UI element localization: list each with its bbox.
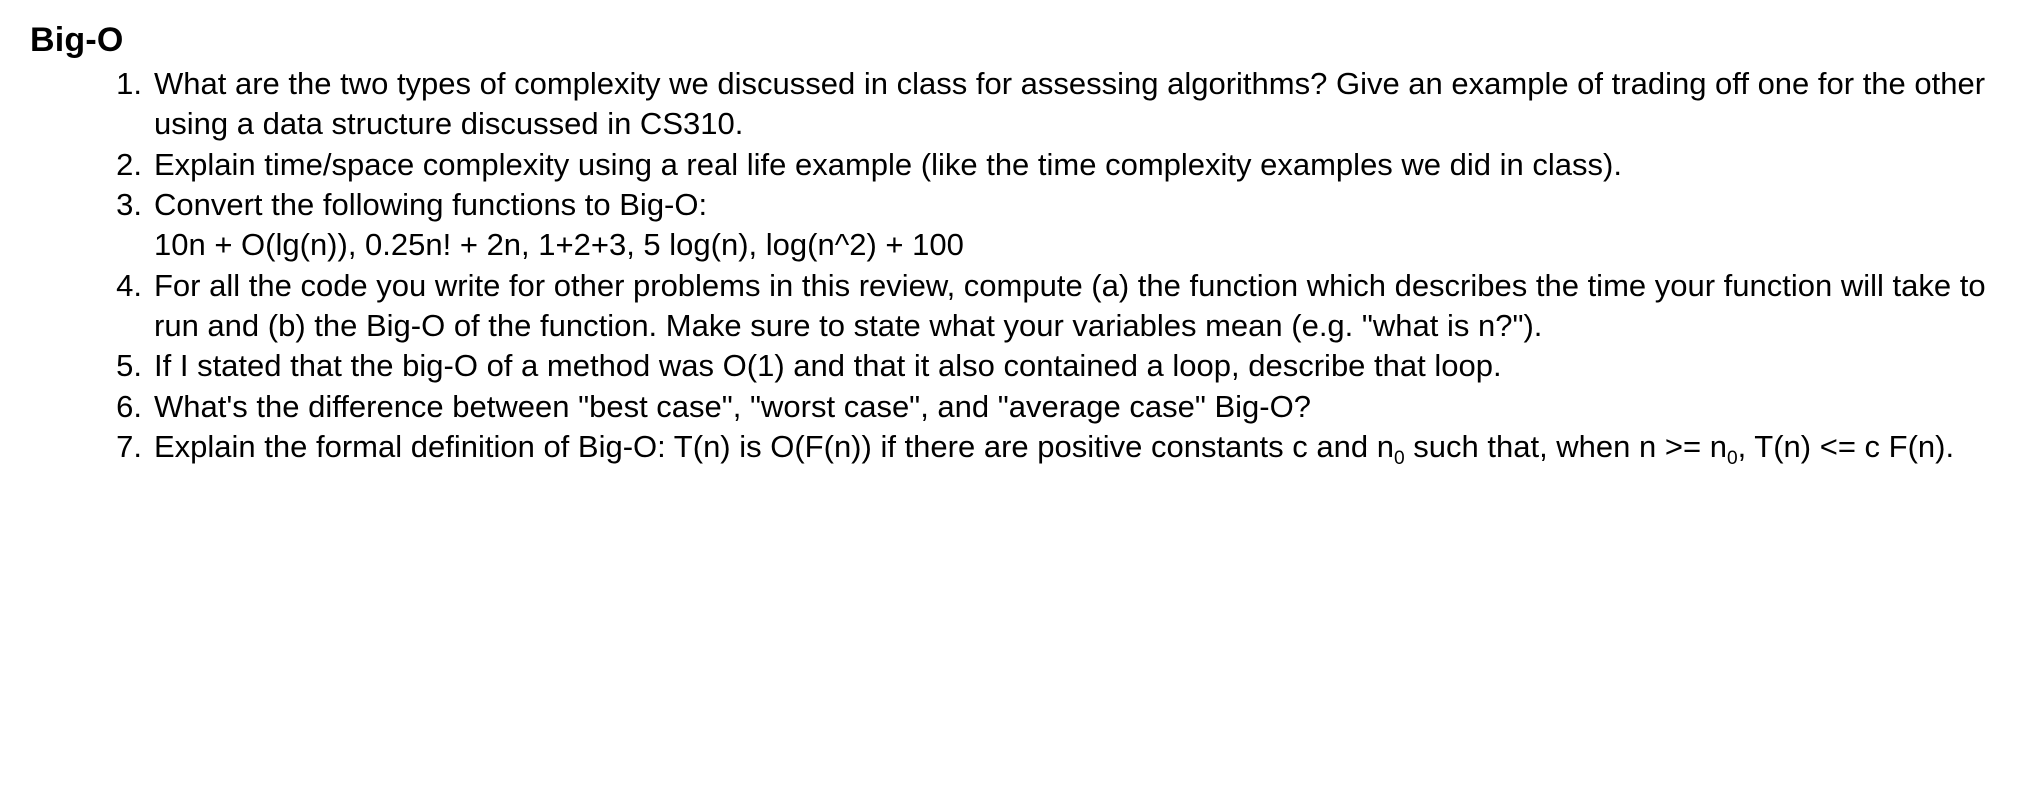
question-item: 2. Explain time/space complexity using a… — [110, 145, 2002, 185]
question-number: 6. — [110, 387, 142, 427]
question-number: 5. — [110, 346, 142, 386]
question-list: 1. What are the two types of complexity … — [30, 64, 2002, 467]
question-text: What's the difference between "best case… — [154, 389, 1311, 424]
question-number: 4. — [110, 266, 142, 306]
question-text: Explain time/space complexity using a re… — [154, 147, 1622, 182]
question-text: Explain the formal definition of Big-O: … — [154, 429, 1954, 464]
question-item: 5. If I stated that the big-O of a metho… — [110, 346, 2002, 386]
question-text: For all the code you write for other pro… — [154, 268, 1986, 343]
question-item: 6. What's the difference between "best c… — [110, 387, 2002, 427]
section-heading: Big-O — [30, 18, 2002, 62]
question-item: 1. What are the two types of complexity … — [110, 64, 2002, 145]
question-text: What are the two types of complexity we … — [154, 66, 1985, 141]
question-subtext: 10n + O(lg(n)), 0.25n! + 2n, 1+2+3, 5 lo… — [154, 227, 964, 262]
question-text: If I stated that the big-O of a method w… — [154, 348, 1502, 383]
question-text: Convert the following functions to Big-O… — [154, 187, 707, 222]
question-item: 3. Convert the following functions to Bi… — [110, 185, 2002, 266]
question-item: 4. For all the code you write for other … — [110, 266, 2002, 347]
question-number: 1. — [110, 64, 142, 104]
question-number: 2. — [110, 145, 142, 185]
question-number: 3. — [110, 185, 142, 225]
question-item: 7. Explain the formal definition of Big-… — [110, 427, 2002, 467]
question-number: 7. — [110, 427, 142, 467]
